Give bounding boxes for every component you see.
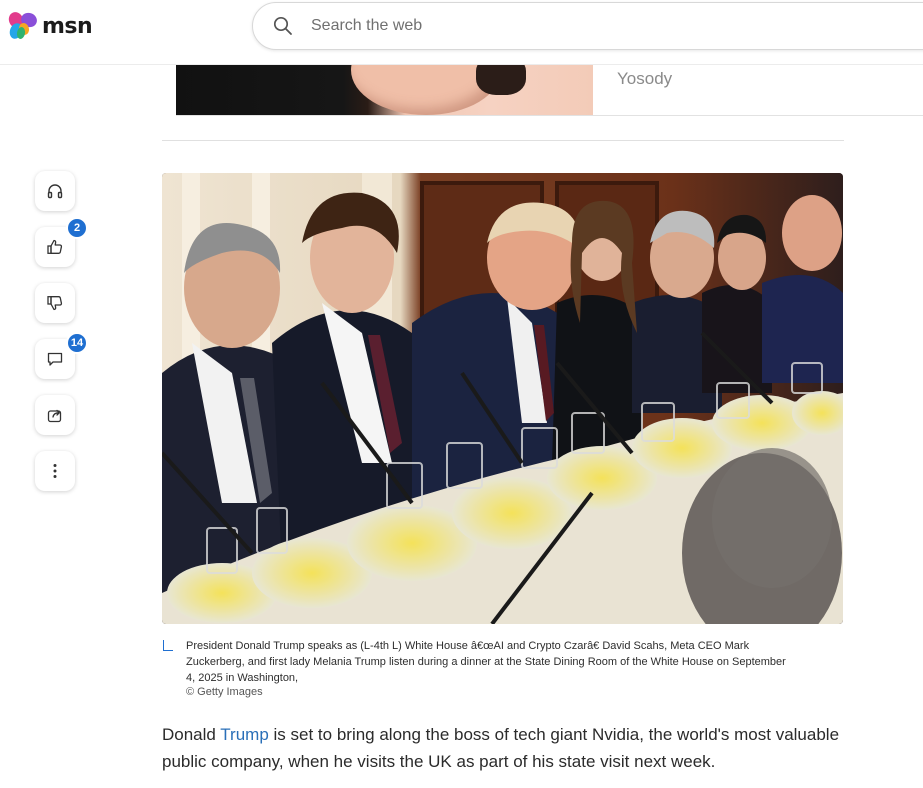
search-icon[interactable] (273, 16, 293, 36)
previous-article-thumbnail[interactable] (176, 65, 593, 116)
section-divider (162, 140, 844, 141)
article-hero-image[interactable] (162, 173, 843, 624)
search-input[interactable] (309, 16, 913, 36)
card-divider (176, 115, 923, 116)
logo-text: msn (42, 13, 93, 39)
headphones-icon (47, 184, 63, 199)
like-count-badge: 2 (66, 217, 88, 239)
image-credit: © Getty Images (186, 686, 263, 698)
more-options-button[interactable] (35, 451, 75, 491)
msn-butterfly-icon (8, 12, 37, 39)
previous-article-source[interactable]: Yosody (617, 69, 672, 89)
dislike-button[interactable] (35, 283, 75, 323)
caption-marker (163, 640, 173, 651)
listen-button[interactable] (35, 171, 75, 211)
more-vertical-icon (53, 464, 57, 478)
article-lead-paragraph: Donald Trump is set to bring along the b… (162, 721, 862, 775)
thumbs-down-icon (47, 296, 63, 311)
top-bar: msn (0, 0, 923, 65)
msn-logo[interactable]: msn (7, 11, 93, 41)
state-dinner-photo (162, 173, 843, 624)
search-box[interactable] (252, 2, 923, 50)
image-caption: President Donald Trump speaks as (L-4th … (186, 640, 786, 684)
thumbs-up-icon (47, 239, 63, 254)
comment-count-badge: 14 (66, 332, 88, 354)
previous-article-card[interactable]: Yosody (176, 65, 923, 116)
share-button[interactable] (35, 395, 75, 435)
comment-icon (47, 352, 63, 366)
share-icon (47, 409, 62, 423)
trump-topic-link[interactable]: Trump (220, 725, 269, 744)
lead-text-start: Donald (162, 725, 221, 744)
